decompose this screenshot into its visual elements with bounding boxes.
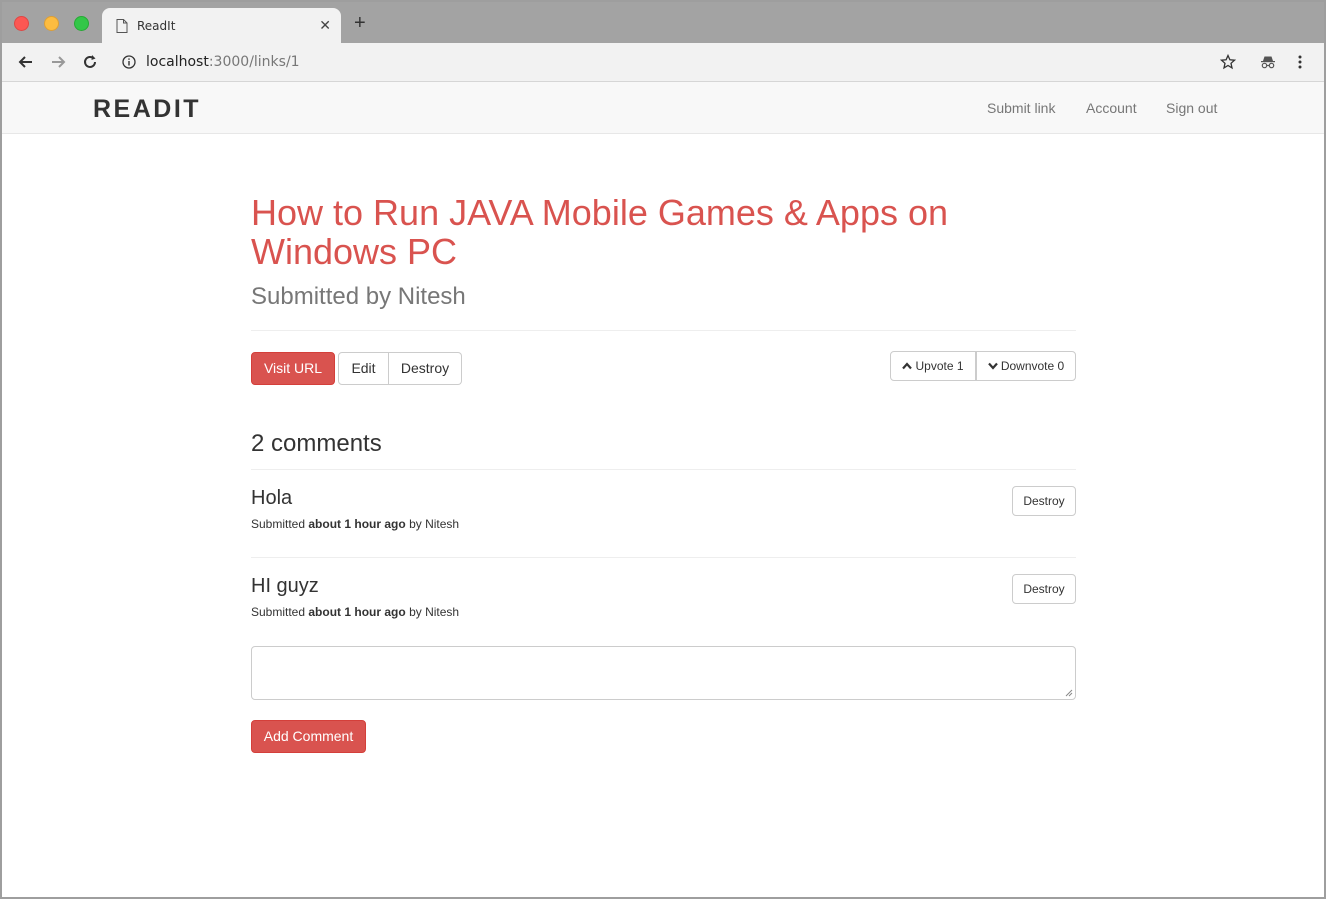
window-minimize-button[interactable] — [44, 16, 59, 31]
comment-meta-prefix: Submitted — [251, 605, 306, 619]
window-close-button[interactable] — [14, 16, 29, 31]
chevron-down-icon — [987, 362, 998, 370]
edit-button[interactable]: Edit — [338, 352, 389, 385]
forward-icon[interactable] — [48, 52, 68, 72]
comment-body: HI guyz — [251, 575, 319, 597]
document-icon — [116, 19, 128, 33]
comment-meta-prefix: Submitted — [251, 517, 306, 531]
tab-title: ReadIt — [137, 19, 176, 33]
info-icon[interactable] — [122, 55, 136, 69]
window-maximize-button[interactable] — [74, 16, 89, 31]
comment-meta-time: about 1 hour ago — [308, 517, 406, 531]
downvote-button[interactable]: Downvote 0 — [976, 351, 1076, 381]
browser-tab[interactable]: ReadIt ✕ — [102, 8, 341, 43]
url-host: localhost — [146, 54, 209, 70]
web-page: READIT Submit link Account Sign out How … — [2, 82, 1324, 897]
url-path: :3000/links/1 — [208, 54, 300, 70]
link-title[interactable]: How to Run JAVA Mobile Games & Apps on W… — [251, 193, 1076, 271]
menu-icon[interactable] — [1292, 54, 1308, 70]
tab-strip: ReadIt ✕ + — [2, 2, 1324, 43]
nav-account[interactable]: Account — [1086, 100, 1137, 116]
star-icon[interactable] — [1220, 54, 1236, 70]
comment-meta-author: by Nitesh — [409, 517, 460, 531]
comment-meta: Submitted about 1 hour ago by Nitesh — [251, 605, 459, 619]
address-bar[interactable]: localhost:3000/links/1 — [112, 47, 1262, 77]
site-brand[interactable]: READIT — [93, 95, 201, 124]
site-navbar: READIT Submit link Account Sign out — [2, 82, 1324, 134]
divider — [251, 557, 1076, 558]
url-text[interactable]: localhost:3000/links/1 — [146, 54, 300, 70]
back-icon[interactable] — [16, 52, 36, 72]
divider — [251, 469, 1076, 470]
destroy-comment-button[interactable]: Destroy — [1012, 486, 1076, 516]
reload-icon[interactable] — [80, 52, 100, 72]
browser-window: ReadIt ✕ + localhost:3000/links/1 READIT… — [2, 2, 1324, 897]
nav-submit-link[interactable]: Submit link — [987, 100, 1055, 116]
resize-handle-icon[interactable] — [1065, 689, 1073, 697]
comment-textarea[interactable] — [251, 646, 1076, 700]
upvote-label: Upvote 1 — [915, 359, 964, 373]
add-comment-button[interactable]: Add Comment — [251, 720, 366, 753]
tab-close-icon[interactable]: ✕ — [319, 18, 331, 32]
chevron-up-icon — [902, 362, 913, 370]
comments-count: 2 comments — [251, 430, 382, 457]
destroy-comment-button[interactable]: Destroy — [1012, 574, 1076, 604]
destroy-link-button[interactable]: Destroy — [389, 352, 462, 385]
nav-sign-out[interactable]: Sign out — [1166, 100, 1217, 116]
downvote-label: Downvote 0 — [1000, 359, 1065, 373]
visit-url-button[interactable]: Visit URL — [251, 352, 335, 385]
browser-toolbar: localhost:3000/links/1 — [2, 43, 1324, 82]
link-submitted-by: Submitted by Nitesh — [251, 283, 466, 310]
comment-meta: Submitted about 1 hour ago by Nitesh — [251, 517, 459, 531]
new-tab-button[interactable]: + — [354, 13, 366, 33]
comment-meta-author: by Nitesh — [409, 605, 460, 619]
divider — [251, 330, 1076, 331]
comment-body: Hola — [251, 487, 293, 509]
comment-meta-time: about 1 hour ago — [308, 605, 406, 619]
incognito-icon[interactable] — [1260, 54, 1276, 70]
upvote-button[interactable]: Upvote 1 — [890, 351, 976, 381]
